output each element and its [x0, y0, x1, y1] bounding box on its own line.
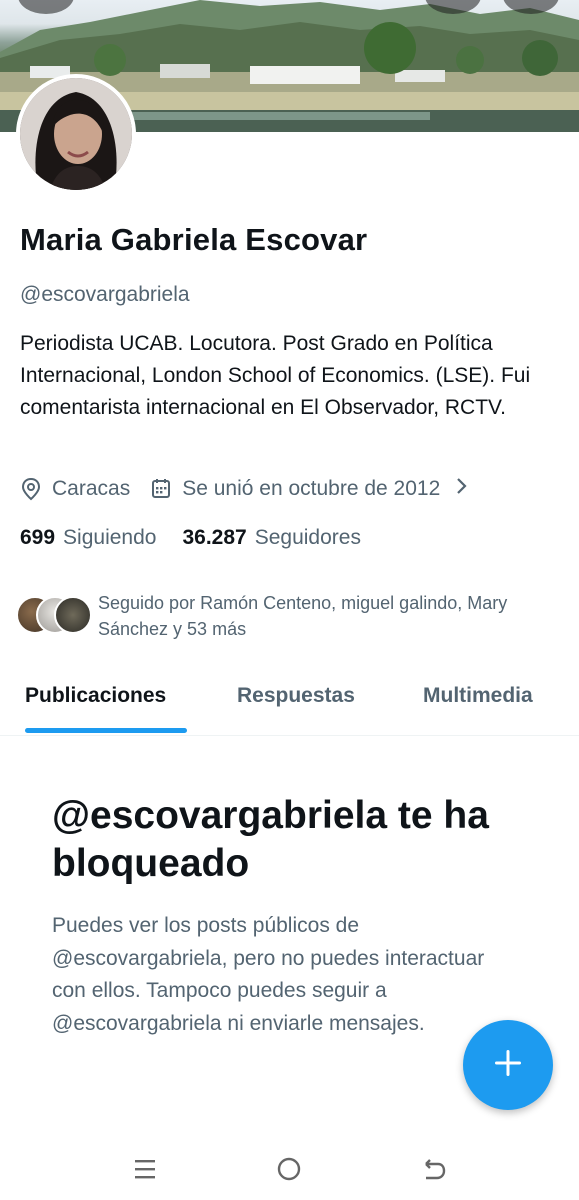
tab-publicaciones[interactable]: Publicaciones — [25, 684, 166, 708]
location-text: Caracas — [52, 477, 131, 500]
blocked-title: @escovargabriela te ha bloqueado — [52, 794, 489, 885]
profile-bio: Periodista UCAB. Locutora. Post Grado en… — [20, 332, 531, 419]
location-item: Caracas — [20, 477, 130, 501]
blocked-description: Puedes ver los posts públicos de @escova… — [52, 914, 485, 1035]
plus-icon — [493, 1048, 523, 1083]
profile-meta: Caracas Se unió en octubre de 2012 — [20, 475, 470, 503]
avatar[interactable] — [16, 74, 136, 194]
follow-counts: 699 Siguiendo 36.287 Seguidores — [20, 526, 387, 550]
joined-text: Se unió en octubre de 2012 — [182, 477, 441, 500]
recent-apps-icon[interactable] — [130, 1154, 160, 1184]
location-pin-icon — [20, 477, 42, 501]
avatar-image — [20, 78, 132, 190]
followed-by-row[interactable]: Seguido por Ramón Centeno, miguel galind… — [16, 590, 548, 642]
chevron-right-icon[interactable] — [454, 475, 470, 503]
profile-handle: @escovargabriela — [20, 283, 190, 306]
following-link[interactable]: 699 Siguiendo — [20, 526, 156, 550]
tab-multimedia[interactable]: Multimedia — [423, 684, 533, 708]
followed-by-text: Seguido por Ramón Centeno, miguel galind… — [98, 593, 508, 639]
following-count: 699 — [20, 526, 56, 549]
calendar-icon — [150, 477, 172, 501]
active-tab-indicator — [25, 728, 187, 733]
back-arrow-icon[interactable] — [418, 1154, 448, 1184]
system-navigation-bar — [0, 1140, 579, 1200]
compose-button[interactable] — [463, 1020, 553, 1110]
joined-item: Se unió en octubre de 2012 — [150, 477, 440, 501]
follower-avatar — [54, 596, 92, 634]
follower-avatars — [16, 596, 94, 640]
tab-respuestas[interactable]: Respuestas — [237, 684, 355, 708]
followers-link[interactable]: 36.287 Seguidores — [182, 526, 360, 550]
profile-name: Maria Gabriela Escovar — [20, 222, 368, 257]
followers-count: 36.287 — [182, 526, 247, 549]
home-circle-icon[interactable] — [274, 1154, 304, 1184]
following-label: Siguiendo — [63, 526, 157, 549]
followers-label: Seguidores — [254, 526, 361, 549]
profile-tabs: Publicaciones Respuestas Multimedia — [0, 668, 579, 736]
